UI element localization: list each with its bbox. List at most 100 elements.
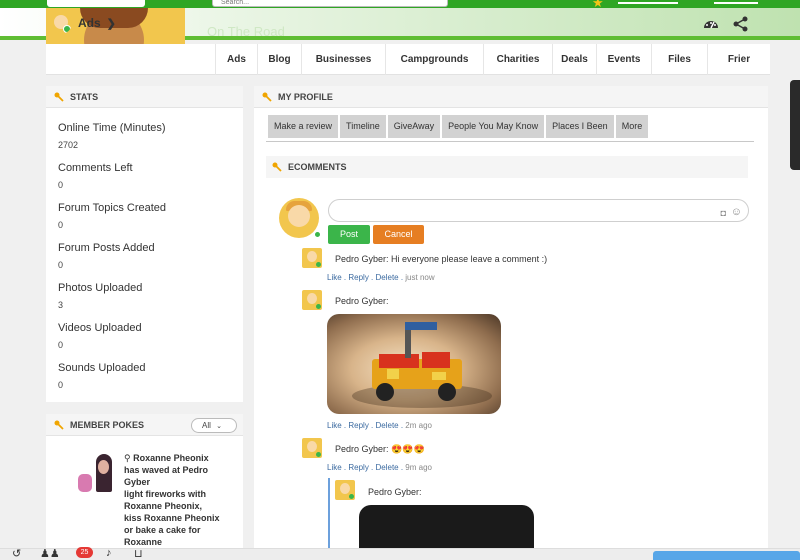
user-menu[interactable] [618, 0, 678, 4]
comment-author-avatar[interactable] [302, 248, 322, 268]
comment-photo[interactable] [327, 314, 501, 414]
comment-author-avatar[interactable] [302, 438, 322, 458]
key-icon [54, 420, 64, 430]
ecomments-header: ECOMMENTS [266, 156, 748, 178]
delete-link[interactable]: Delete [375, 421, 398, 430]
stat-item: Sounds Uploaded 0 [46, 362, 243, 402]
pokes-filter-value: All [202, 421, 211, 430]
nav-events[interactable]: Events [596, 44, 651, 75]
search-input[interactable]: Search... [212, 0, 448, 7]
comment-author-avatar[interactable] [302, 290, 322, 310]
stat-value: 0 [58, 380, 64, 390]
like-link[interactable]: Like [327, 421, 342, 430]
ads-account-switch[interactable]: Ads ❯ [50, 11, 116, 35]
tab-people-you-may-know[interactable]: People You May Know [442, 115, 545, 138]
nav-ads[interactable]: Ads [215, 44, 257, 75]
stat-item: Online Time (Minutes) 2702 [46, 122, 243, 162]
comment-text: Pedro Gyber: [335, 296, 389, 306]
reply-link[interactable]: Reply [348, 273, 368, 282]
emoji-icon[interactable]: ☺ [731, 206, 742, 218]
my-profile-title: MY PROFILE [278, 91, 333, 102]
ads-label: Ads [78, 16, 101, 30]
stats-panel: STATS Online Time (Minutes) 2702 Comments… [46, 86, 243, 402]
nav-charities[interactable]: Charities [483, 44, 552, 75]
stat-item: Comments Left 0 [46, 162, 243, 202]
stat-item: Forum Topics Created 0 [46, 202, 243, 242]
key-icon [54, 92, 64, 102]
online-indicator [314, 231, 321, 238]
member-pokes-title: MEMBER POKES [70, 420, 145, 430]
comment-actions: Like . Reply . Delete . 2m ago [327, 421, 432, 430]
tab-more[interactable]: More [615, 115, 649, 138]
stat-value: 0 [58, 180, 64, 190]
poke-actor-link[interactable]: Roxanne Pheonix [133, 453, 209, 463]
comment-text: Pedro Gyber: Hi everyone please leave a … [335, 254, 548, 264]
history-icon[interactable]: ↺ [12, 547, 21, 560]
stat-label: Sounds Uploaded [58, 362, 146, 374]
poke-sender-avatar[interactable] [78, 454, 116, 492]
nav-friends[interactable]: Frier [707, 44, 770, 75]
cart-icon[interactable]: ⊔ [134, 547, 143, 560]
tab-make-a-review[interactable]: Make a review [268, 115, 339, 138]
stat-value: 2702 [58, 140, 79, 150]
stat-value: 0 [58, 340, 64, 350]
main-menu[interactable] [714, 0, 758, 4]
stats-title: STATS [70, 91, 99, 102]
comment-actions: Like . Reply . Delete . just now [327, 273, 435, 282]
cover-title: On The Road [207, 24, 285, 39]
tab-places-i-been[interactable]: Places I Been [546, 115, 614, 138]
lego-vehicle-image [352, 322, 492, 408]
divider [266, 141, 754, 142]
stat-label: Forum Posts Added [58, 242, 155, 254]
comment-timestamp: 2m ago [405, 421, 432, 430]
stat-label: Forum Topics Created [58, 202, 167, 214]
cancel-button[interactable]: Cancel [373, 225, 424, 244]
tab-timeline[interactable]: Timeline [340, 115, 386, 138]
stat-value: 0 [58, 260, 64, 270]
reply-link[interactable]: Reply [348, 463, 368, 472]
reply-author-avatar[interactable] [335, 480, 355, 500]
friends-icon[interactable]: ♟♟ [40, 547, 60, 560]
stat-item: Photos Uploaded 3 [46, 282, 243, 322]
nav-blog[interactable]: Blog [257, 44, 301, 75]
poke-suggestion-text[interactable]: light fireworks with Roxanne Pheonix, ki… [124, 488, 220, 548]
nav-businesses[interactable]: Businesses [301, 44, 385, 75]
wave-icon: ⚲ [124, 453, 131, 463]
pokes-filter-select[interactable]: All ⌄ [191, 418, 237, 433]
nav-deals[interactable]: Deals [552, 44, 596, 75]
nav-files[interactable]: Files [651, 44, 707, 75]
stat-value: 0 [58, 220, 64, 230]
site-logo[interactable] [47, 0, 145, 7]
nav-campgrounds[interactable]: Campgrounds [385, 44, 483, 75]
comment-input[interactable]: ◘ ☺ [328, 199, 749, 222]
avatar [50, 12, 72, 34]
comment-text: Pedro Gyber: 😍😍😍 [335, 444, 425, 454]
delete-link[interactable]: Delete [375, 273, 398, 282]
comment-actions: Like . Reply . Delete . 9m ago [327, 463, 432, 472]
current-user-avatar [279, 198, 319, 238]
side-panel-handle[interactable] [790, 80, 800, 170]
stat-item: Forum Posts Added 0 [46, 242, 243, 282]
poke-entry: ⚲ Roxanne Pheonix has waved at Pedro Gyb… [124, 452, 220, 548]
share-icon[interactable] [732, 15, 750, 33]
chevron-down-icon: ❯ [106, 17, 116, 30]
stat-label: Online Time (Minutes) [58, 122, 166, 134]
post-button[interactable]: Post [328, 225, 370, 244]
like-link[interactable]: Like [327, 463, 342, 472]
camera-icon[interactable]: ◘ [721, 208, 726, 218]
comment-timestamp: just now [405, 273, 435, 282]
chat-bar[interactable] [653, 551, 800, 560]
stat-label: Videos Uploaded [58, 322, 142, 334]
notification-badge: 25 [76, 547, 93, 558]
dashboard-icon[interactable] [702, 15, 720, 33]
ecomments-title: ECOMMENTS [288, 162, 347, 172]
like-link[interactable]: Like [327, 273, 342, 282]
delete-link[interactable]: Delete [375, 463, 398, 472]
bell-icon[interactable]: ♪ [106, 547, 112, 559]
poke-action-text: has waved at Pedro Gyber [124, 465, 209, 487]
comment-timestamp: 9m ago [405, 463, 432, 472]
tab-giveaway[interactable]: GiveAway [387, 115, 441, 138]
profile-tabs: Make a review Timeline GiveAway People Y… [268, 115, 649, 138]
reply-link[interactable]: Reply [348, 421, 368, 430]
stat-value: 3 [58, 300, 64, 310]
